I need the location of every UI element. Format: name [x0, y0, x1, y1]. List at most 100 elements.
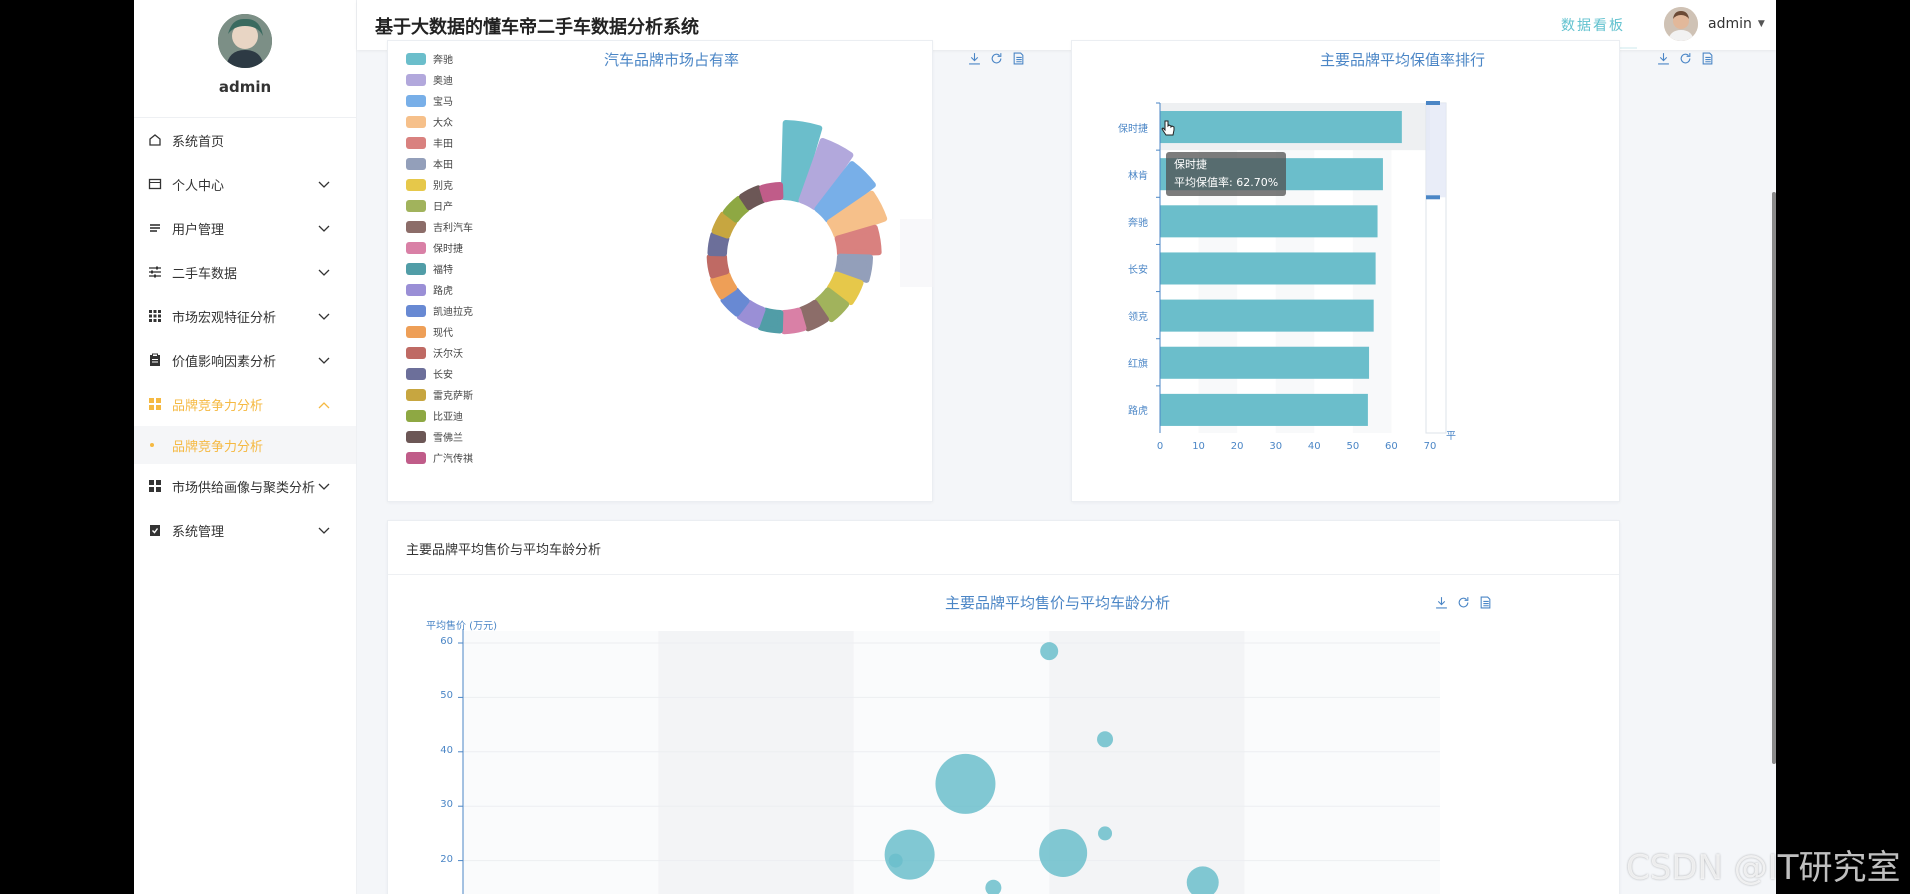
x-tick-label: 20	[1230, 441, 1244, 452]
pie-slice[interactable]	[739, 185, 766, 211]
sidebar-item-label: 品牌竞争力分析	[172, 398, 264, 414]
hand-cursor-icon	[1161, 120, 1175, 142]
bar[interactable]	[1160, 252, 1376, 285]
header-user-menu[interactable]: admin ▼	[1664, 7, 1765, 41]
sidebar-subitem-label: 品牌竞争力分析	[172, 439, 264, 455]
bar[interactable]	[1160, 346, 1370, 379]
sidebar-item-label: 市场宏观特征分析	[172, 310, 277, 326]
clipboard-check-icon	[148, 523, 162, 537]
chart-toolbox	[1657, 52, 1714, 65]
sidebar-item-3[interactable]: 二手车数据	[134, 250, 356, 294]
bar[interactable]	[1160, 205, 1378, 238]
header-avatar[interactable]	[1664, 7, 1698, 41]
x-tick-label: 70	[1423, 441, 1437, 452]
bubble-point[interactable]	[935, 753, 996, 814]
sidebar-item-1[interactable]: 个人中心	[134, 162, 356, 206]
y-tick-label: 40	[440, 744, 453, 756]
chevron-down-icon	[318, 524, 330, 539]
y-tick-label: 路虎	[1128, 406, 1148, 418]
system-title: 基于大数据的懂车帝二手车数据分析系统	[375, 17, 699, 38]
sidebar-item-label: 用户管理	[172, 222, 225, 238]
y-axis-title: 平均售价 (万元)	[426, 621, 497, 632]
datazoom-handle-bottom[interactable]	[1426, 195, 1440, 200]
watermark: CSDN @IT研究室	[1626, 848, 1901, 888]
chevron-down-icon	[318, 480, 330, 495]
sidebar: admin 系统首页个人中心用户管理二手车数据市场宏观特征分析 价值影响因素分析品…	[134, 0, 357, 894]
chart-toolbox	[1435, 596, 1492, 609]
data-view-icon[interactable]	[1701, 52, 1714, 65]
sidebar-item-label: 个人中心	[172, 178, 225, 194]
download-icon[interactable]	[968, 52, 981, 65]
y-tick-label: 林肯	[1128, 170, 1148, 182]
y-tick-label: 领克	[1128, 312, 1148, 324]
split-band	[1244, 631, 1440, 894]
y-tick-label: 60	[440, 636, 453, 647]
bubble-point[interactable]	[1040, 642, 1059, 661]
clipboard-icon	[148, 353, 162, 367]
bullet-dot-icon	[150, 443, 154, 447]
chevron-down-icon	[318, 178, 330, 193]
download-icon[interactable]	[1435, 596, 1448, 609]
split-band	[658, 631, 854, 894]
download-icon[interactable]	[1657, 52, 1670, 65]
refresh-icon[interactable]	[990, 52, 1003, 65]
datazoom-window[interactable]	[1426, 103, 1446, 198]
bubble-point[interactable]	[1039, 828, 1088, 877]
x-tick-label: 40	[1307, 441, 1321, 452]
sidebar-item-7[interactable]: 市场供给画像与聚类分析	[134, 464, 356, 508]
sidebar-menu: 系统首页个人中心用户管理二手车数据市场宏观特征分析 价值影响因素分析 品牌竞争力分析…	[134, 118, 356, 552]
sidebar-item-8[interactable]: 系统管理	[134, 508, 356, 552]
split-band	[463, 631, 659, 894]
sidebar-item-6[interactable]: 品牌竞争力分析	[134, 382, 356, 426]
sidebar-item-label: 系统首页	[172, 134, 225, 150]
pie-slice[interactable]	[710, 271, 738, 300]
market-share-rose-pie	[706, 120, 934, 335]
bubble-point[interactable]	[1097, 731, 1114, 748]
data-view-icon[interactable]	[1012, 52, 1025, 65]
pie-slice[interactable]	[706, 253, 730, 279]
sidebar-user-panel: admin	[134, 0, 356, 118]
apps-icon	[148, 479, 162, 493]
bar[interactable]	[1160, 299, 1374, 332]
tooltip-ghost	[900, 219, 934, 287]
user-avatar[interactable]	[218, 14, 272, 68]
y-tick-label: 保时捷	[1118, 123, 1148, 135]
bar[interactable]	[1160, 393, 1368, 426]
page-scrollbar[interactable]	[1772, 50, 1776, 894]
y-tick-label: 红旗	[1128, 359, 1148, 371]
y-tick-label: 奔驰	[1128, 217, 1148, 229]
datazoom-handle-top[interactable]	[1426, 101, 1440, 105]
chevron-down-icon	[318, 266, 330, 281]
data-view-icon[interactable]	[1479, 596, 1492, 609]
market-share-card: 汽车品牌市场占有率 奔驰 奥迪 宝马 大众 丰田 本田 别克 日产 吉利汽车 保时捷 福特 路虎 凯迪拉…	[387, 40, 1024, 502]
sidebar-item-4[interactable]: 市场宏观特征分析	[134, 294, 356, 338]
tooltip-value: 平均保值率: 62.70%	[1174, 176, 1279, 189]
retention-rate-bar-chart: 保时捷 林肯 奔驰 长安 领克 红旗 路虎 0 10 20 30 40 50 60 70 平 保时捷 平均保值率:…	[1072, 41, 1713, 503]
tooltip-name: 保时捷	[1174, 158, 1207, 171]
scrollbar-thumb[interactable]	[1772, 192, 1776, 764]
bar[interactable]	[1160, 111, 1402, 144]
sidebar-item-label: 二手车数据	[172, 266, 238, 282]
sidebar-subitem-brand-analysis[interactable]: 品牌竞争力分析	[134, 426, 356, 464]
pie-slice[interactable]	[707, 231, 730, 257]
sidebar-user-name: admin	[218, 78, 272, 96]
refresh-icon[interactable]	[1679, 52, 1692, 65]
app-window: admin 系统首页个人中心用户管理二手车数据市场宏观特征分析 价值影响因素分析品…	[134, 0, 1776, 894]
price-age-bubble-chart: 20 30 40 50 60 平均售价 (万元)	[388, 521, 1621, 894]
pie-slice[interactable]	[780, 307, 807, 335]
sidebar-item-0[interactable]: 系统首页	[134, 118, 356, 162]
caret-down-icon: ▼	[1757, 19, 1765, 29]
chart-toolbox	[968, 52, 1025, 65]
sidebar-item-label: 价值影响因素分析	[172, 354, 277, 370]
sidebar-item-label: 市场供给画像与聚类分析	[172, 480, 316, 496]
sidebar-item-5[interactable]: 价值影响因素分析	[134, 338, 356, 382]
sidebar-item-2[interactable]: 用户管理	[134, 206, 356, 250]
y-tick-label: 长安	[1128, 265, 1148, 276]
sliders-icon	[148, 265, 162, 279]
bubble-point[interactable]	[1098, 826, 1113, 841]
y-tick-label: 20	[440, 853, 453, 865]
refresh-icon[interactable]	[1457, 596, 1470, 609]
bar-tooltip: 保时捷平均保值率: 62.70%	[1166, 152, 1287, 196]
bubble-point[interactable]	[888, 853, 903, 868]
pie-slice[interactable]	[759, 182, 784, 203]
